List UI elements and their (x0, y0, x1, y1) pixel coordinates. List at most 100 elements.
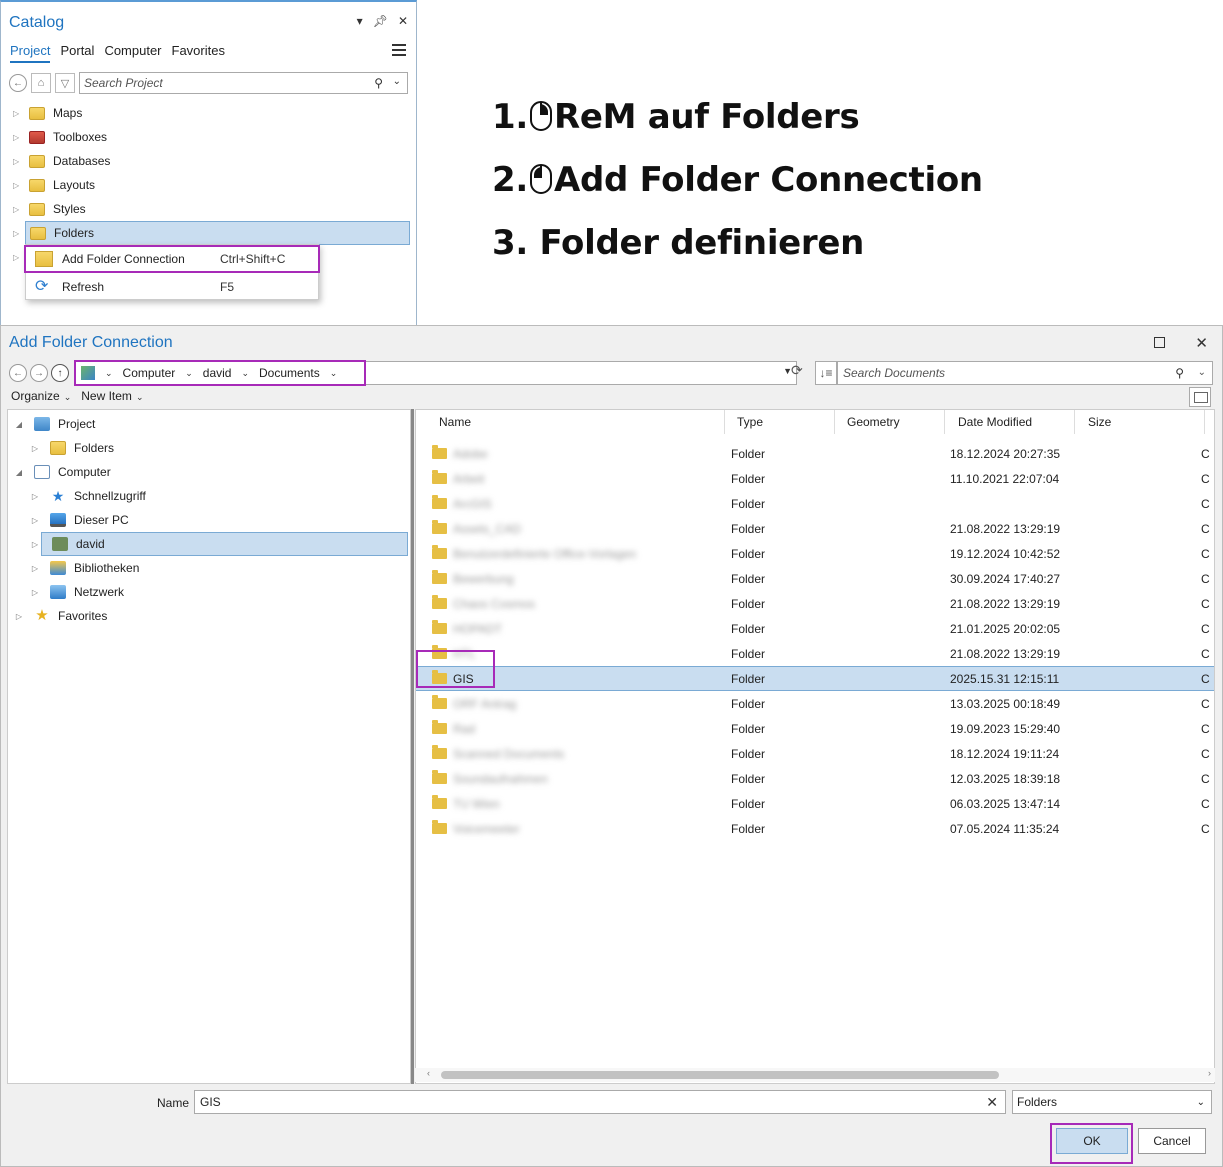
scrollbar-thumb[interactable] (441, 1071, 999, 1079)
tree-item-toolboxes[interactable]: ▷ Toolboxes (13, 125, 413, 149)
tab-portal[interactable]: Portal (60, 43, 94, 63)
tree-item-netzwerk[interactable]: ▷ Netzwerk (8, 580, 410, 604)
table-row[interactable]: ArcGIS Folder C (416, 491, 1214, 516)
expand-arrow-icon[interactable]: ▷ (28, 444, 42, 453)
tree-item-databases[interactable]: ▷ Databases (13, 149, 413, 173)
catalog-search-input[interactable]: Search Project ⚲ ⌄ (79, 72, 408, 94)
tree-item-folders-selected[interactable]: Folders (25, 221, 410, 245)
tab-computer[interactable]: Computer (104, 43, 161, 63)
expand-arrow-icon[interactable]: ▷ (28, 516, 42, 525)
chevron-down-icon[interactable]: ⌄ (185, 368, 193, 379)
tree-item-david-selected[interactable]: david (41, 532, 408, 556)
tree-item-maps[interactable]: ▷ Maps (13, 101, 413, 125)
scroll-right-icon[interactable]: › (1208, 1068, 1211, 1078)
chevron-down-icon[interactable]: ⌄ (1198, 367, 1206, 378)
table-row[interactable]: Adobe Folder 18.12.2024 20:27:35 C (416, 441, 1214, 466)
table-row[interactable]: Arbeit Folder 11.10.2021 22:07:04 C (416, 466, 1214, 491)
filter-icon[interactable]: ▽ (55, 73, 75, 93)
chevron-down-icon[interactable]: ⌄ (330, 368, 338, 379)
expand-arrow-icon[interactable]: ▷ (12, 612, 26, 621)
expand-arrow-icon[interactable]: ▷ (13, 253, 25, 262)
table-row[interactable]: Assets_CAD Folder 21.08.2022 13:29:19 C (416, 516, 1214, 541)
cancel-button[interactable]: Cancel (1138, 1128, 1206, 1154)
table-row[interactable]: Voicemeeter Folder 07.05.2024 11:35:24 C (416, 816, 1214, 841)
close-icon[interactable]: ✕ (1195, 334, 1208, 352)
search-icon[interactable]: ⚲ (374, 76, 383, 90)
new-item-menu[interactable]: New Item ⌄ (81, 389, 143, 403)
column-header-size[interactable]: Size (1075, 410, 1205, 434)
up-arrow-icon[interactable]: ↑ (51, 364, 69, 382)
expand-arrow-icon[interactable]: ▷ (13, 109, 25, 118)
maximize-icon[interactable] (1154, 337, 1166, 348)
column-header-date-modified[interactable]: Date Modified (945, 410, 1075, 434)
table-row[interactable]: GIS Folder 2025.15.31 12:15:11 C (416, 666, 1214, 691)
sort-icon[interactable]: ↓≡ (815, 361, 837, 385)
table-row[interactable]: ORF Antrag Folder 13.03.2025 00:18:49 C (416, 691, 1214, 716)
breadcrumb-david[interactable]: david (203, 366, 232, 380)
expand-arrow-icon[interactable]: ▷ (28, 492, 42, 501)
expand-arrow-icon[interactable]: ▷ (13, 229, 25, 238)
table-row[interactable]: HTL Folder 21.08.2022 13:29:19 C (416, 641, 1214, 666)
tree-item-schnellzugriff[interactable]: ▷ ★ Schnellzugriff (8, 484, 410, 508)
chevron-down-icon[interactable]: ⌄ (393, 76, 401, 87)
tab-project[interactable]: Project (10, 43, 51, 63)
tree-item-david[interactable]: ▷ david (8, 532, 410, 556)
expand-arrow-icon[interactable]: ▷ (13, 181, 25, 190)
tree-item-project[interactable]: ◢ Project (8, 412, 410, 436)
clear-icon[interactable]: ✕ (986, 1091, 998, 1113)
table-row[interactable]: Soundaufnahmen Folder 12.03.2025 18:39:18 C (416, 766, 1214, 791)
tree-item-styles[interactable]: ▷ Styles (13, 197, 413, 221)
table-row[interactable]: Rad Folder 19.09.2023 15:29:40 C (416, 716, 1214, 741)
menu-item-refresh[interactable]: ⟳ Refresh F5 (26, 275, 318, 299)
column-header-type[interactable]: Type (725, 410, 835, 434)
expand-arrow-icon[interactable]: ▷ (28, 588, 42, 597)
tree-item-computer[interactable]: ◢ Computer (8, 460, 410, 484)
breadcrumb-documents[interactable]: Documents (259, 366, 320, 380)
collapse-arrow-icon[interactable]: ◢ (12, 420, 26, 429)
table-row[interactable]: Chaos Cosmos Folder 21.08.2022 13:29:19 C (416, 591, 1214, 616)
tree-item-folders[interactable]: ▷ Folders (13, 221, 413, 245)
chevron-down-icon[interactable]: ⌄ (1197, 1092, 1205, 1114)
close-icon[interactable]: ✕ (398, 14, 408, 28)
type-filter-select[interactable]: Folders ⌄ (1012, 1090, 1212, 1114)
pin-icon[interactable]: 📌︎ (373, 14, 388, 28)
documents-search-input[interactable]: Search Documents ⚲ ⌄ (837, 361, 1213, 385)
chevron-down-icon[interactable]: ⌄ (241, 368, 249, 379)
forward-arrow-icon[interactable]: → (30, 364, 48, 382)
column-header-name[interactable]: Name (416, 410, 725, 434)
column-header-geometry[interactable]: Geometry (835, 410, 945, 434)
expand-arrow-icon[interactable]: ▷ (13, 133, 25, 142)
expand-arrow-icon[interactable]: ▷ (13, 205, 25, 214)
tree-item-bibliotheken[interactable]: ▷ Bibliotheken (8, 556, 410, 580)
home-icon[interactable]: ⌂ (31, 73, 51, 93)
table-row[interactable]: Scanned Documents Folder 18.12.2024 19:11:… (416, 741, 1214, 766)
tree-item-layouts[interactable]: ▷ Layouts (13, 173, 413, 197)
tree-item-folders[interactable]: ▷ Folders (8, 436, 410, 460)
chevron-down-icon[interactable]: ▾ (357, 14, 363, 28)
search-icon[interactable]: ⚲ (1175, 366, 1184, 380)
scroll-left-icon[interactable]: ‹ (427, 1068, 430, 1078)
back-arrow-icon[interactable]: ← (9, 74, 27, 92)
pane-splitter[interactable] (411, 409, 414, 1084)
expand-arrow-icon[interactable]: ▷ (13, 157, 25, 166)
hamburger-menu-icon[interactable] (392, 44, 406, 56)
expand-arrow-icon[interactable]: ▷ (28, 564, 42, 573)
collapse-arrow-icon[interactable]: ◢ (12, 468, 26, 477)
refresh-icon[interactable]: ⟳ (791, 362, 807, 380)
back-arrow-icon[interactable]: ← (9, 364, 27, 382)
tree-item-dieser-pc[interactable]: ▷ Dieser PC (8, 508, 410, 532)
name-input[interactable]: GIS ✕ (194, 1090, 1006, 1114)
table-row[interactable]: HOPADT Folder 21.01.2025 20:02:05 C (416, 616, 1214, 641)
organize-menu[interactable]: Organize ⌄ (11, 389, 71, 403)
tree-item-favorites[interactable]: ▷ ★ Favorites (8, 604, 410, 628)
tab-favorites[interactable]: Favorites (172, 43, 225, 63)
table-row[interactable]: TU Wien Folder 06.03.2025 13:47:14 C (416, 791, 1214, 816)
menu-item-add-folder-connection[interactable]: Add Folder Connection Ctrl+Shift+C (24, 245, 320, 273)
table-row[interactable]: Bewerbung Folder 30.09.2024 17:40:27 C (416, 566, 1214, 591)
horizontal-scrollbar[interactable]: ‹ › (415, 1068, 1215, 1082)
expand-arrow-icon[interactable]: ▷ (28, 540, 42, 549)
view-pane-icon[interactable] (1189, 387, 1211, 407)
breadcrumb-computer[interactable]: Computer (123, 366, 176, 380)
table-row[interactable]: Benutzerdefinierte Office-Vorlagen Folder… (416, 541, 1214, 566)
chevron-down-icon[interactable]: ⌄ (105, 368, 113, 379)
